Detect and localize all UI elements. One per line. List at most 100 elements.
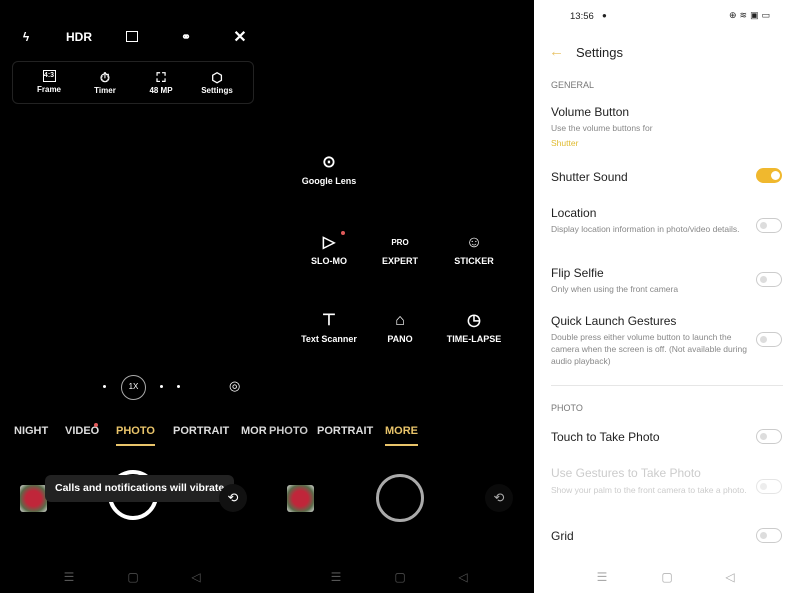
status-time: 13:56 xyxy=(570,11,594,22)
shutter-sound-title: Shutter Sound xyxy=(551,170,628,184)
timer-label: Timer xyxy=(94,86,116,95)
text-scanner-label: Text Scanner xyxy=(301,334,357,344)
mode-photo[interactable]: PHOTO xyxy=(269,425,308,437)
mode-more[interactable]: MORE xyxy=(241,425,267,437)
grid-toggle[interactable] xyxy=(756,528,782,543)
slo-mo-button[interactable]: ▷ SLO-MO xyxy=(294,230,364,266)
slow-motion-icon: ▷ xyxy=(322,234,336,251)
mode-portrait[interactable]: PORTRAIT xyxy=(317,425,373,437)
panorama-icon: ⌂ xyxy=(395,312,405,329)
camera-more-screen: ⊙ Google Lens ▷ SLO-MO PRO EXPERT ☺ STICKER … xyxy=(267,0,534,593)
nav-home-icon[interactable]: ▢ xyxy=(394,570,405,584)
zoom-dot[interactable] xyxy=(160,385,163,388)
resolution-label: 48 MP xyxy=(149,86,173,95)
settings-label: Settings xyxy=(201,86,233,95)
shutter-button[interactable] xyxy=(376,474,424,522)
gestures-photo-title: Use Gestures to Take Photo xyxy=(551,466,701,480)
nav-home-icon[interactable]: ▢ xyxy=(661,570,672,584)
nav-menu-icon[interactable]: ☰ xyxy=(331,570,342,584)
resolution-button[interactable]: ⛶ 48 MP xyxy=(149,70,172,95)
time-lapse-icon: ◷ xyxy=(467,312,481,329)
flip-selfie-desc: Only when using the front camera xyxy=(551,284,679,294)
pro-icon: PRO xyxy=(391,238,409,247)
sticker-label: STICKER xyxy=(454,256,494,266)
shutter-sound-toggle[interactable] xyxy=(756,168,782,183)
mode-portrait[interactable]: PORTRAIT xyxy=(173,425,229,437)
text-scanner-icon: ⊤ xyxy=(322,312,336,329)
frame-label: Frame xyxy=(36,85,62,94)
mode-photo[interactable]: PHOTO xyxy=(116,425,155,446)
text-scanner-button[interactable]: ⊤ Text Scanner xyxy=(294,308,364,344)
divider xyxy=(551,385,783,386)
nav-menu-icon[interactable]: ☰ xyxy=(64,570,75,584)
gallery-thumbnail[interactable] xyxy=(20,485,47,512)
frame-button[interactable]: 4:3 Frame xyxy=(37,70,61,94)
nav-back-icon[interactable]: ◁ xyxy=(458,570,467,584)
mode-more[interactable]: MORE xyxy=(385,425,418,446)
image-icon[interactable] xyxy=(126,31,138,42)
back-arrow-icon[interactable]: ← xyxy=(549,43,564,60)
new-badge xyxy=(341,231,345,235)
nav-menu-icon[interactable]: ☰ xyxy=(597,570,608,584)
zoom-dot[interactable] xyxy=(177,385,180,388)
beauty-icon[interactable]: ◎ xyxy=(229,378,240,394)
sticker-button[interactable]: ☺ STICKER xyxy=(439,230,509,266)
touch-photo-toggle[interactable] xyxy=(756,429,782,444)
toast-message: Calls and notifications will vibrate xyxy=(45,475,235,502)
flash-auto-icon[interactable]: ϟ xyxy=(23,30,29,44)
grid-title: Grid xyxy=(551,529,574,543)
gestures-photo-desc: Show your palm to the front camera to ta… xyxy=(551,485,747,495)
nav-back-icon[interactable]: ◁ xyxy=(191,570,200,584)
zoom-dot[interactable] xyxy=(103,385,106,388)
location-desc: Display location information in photo/vi… xyxy=(551,224,740,234)
focus-frame-icon: ⛶ xyxy=(156,70,166,85)
section-general: GENERAL xyxy=(551,80,595,90)
zoom-button[interactable]: 1X xyxy=(121,375,146,400)
google-lens-icon: ⊙ xyxy=(322,154,336,171)
page-title: Settings xyxy=(576,45,623,60)
location-icon: ● xyxy=(602,11,607,20)
time-lapse-button[interactable]: ◷ TIME-LAPSE xyxy=(439,308,509,344)
pano-button[interactable]: ⌂ PANO xyxy=(365,308,435,344)
gallery-thumbnail[interactable] xyxy=(287,485,314,512)
quick-launch-desc: Double press either volume button to lau… xyxy=(551,332,747,366)
volume-button-title: Volume Button xyxy=(551,105,630,119)
volume-button-value: Shutter xyxy=(551,138,579,148)
gear-icon: ⬡ xyxy=(211,70,223,85)
camera-toolbar: 4:3 Frame ⏱ Timer ⛶ 48 MP ⬡ Settings xyxy=(12,61,254,104)
volume-button-desc: Use the volume buttons for xyxy=(551,123,653,133)
gestures-photo-toggle xyxy=(756,479,782,494)
mode-video[interactable]: VIDEO xyxy=(65,425,99,437)
expert-label: EXPERT xyxy=(381,256,418,266)
close-icon[interactable]: ✕ xyxy=(233,27,246,47)
nav-back-icon[interactable]: ◁ xyxy=(725,570,734,584)
status-icons: ⊕≋▣▭ xyxy=(729,10,774,20)
sticker-icon: ☺ xyxy=(465,234,483,251)
filter-icon[interactable]: ⚭ xyxy=(181,30,191,44)
flip-selfie-toggle[interactable] xyxy=(756,272,782,287)
hdr-button[interactable]: HDR xyxy=(66,30,92,44)
timer-icon: ⏱ xyxy=(99,70,111,85)
touch-photo-title: Touch to Take Photo xyxy=(551,430,660,444)
flip-selfie-title: Flip Selfie xyxy=(551,266,604,280)
switch-camera-icon[interactable]: ⟲ xyxy=(219,484,247,512)
location-toggle[interactable] xyxy=(756,218,782,233)
timer-button[interactable]: ⏱ Timer xyxy=(94,70,116,95)
location-title: Location xyxy=(551,206,597,220)
new-badge xyxy=(94,423,98,427)
camera-settings-screen: 13:56 ● ⊕≋▣▭ ← Settings GENERAL Volume B… xyxy=(534,0,800,593)
expert-button[interactable]: PRO EXPERT xyxy=(365,230,435,266)
settings-button[interactable]: ⬡ Settings xyxy=(201,70,233,95)
pano-label: PANO xyxy=(387,334,413,344)
google-lens-button[interactable]: ⊙ Google Lens xyxy=(294,150,364,186)
switch-camera-icon[interactable]: ⟲ xyxy=(485,484,513,512)
quick-launch-title: Quick Launch Gestures xyxy=(551,314,677,328)
slo-mo-label: SLO-MO xyxy=(311,256,347,266)
section-photo: PHOTO xyxy=(551,403,583,413)
time-lapse-label: TIME-LAPSE xyxy=(446,334,502,344)
google-lens-label: Google Lens xyxy=(301,176,357,186)
nav-home-icon[interactable]: ▢ xyxy=(127,570,138,584)
quick-launch-toggle[interactable] xyxy=(756,332,782,347)
mode-night[interactable]: NIGHT xyxy=(14,425,48,437)
camera-photo-screen: ϟ HDR ⚭ ✕ 4:3 Frame ⏱ Timer ⛶ 48 MP ⬡ Settin… xyxy=(0,0,267,593)
